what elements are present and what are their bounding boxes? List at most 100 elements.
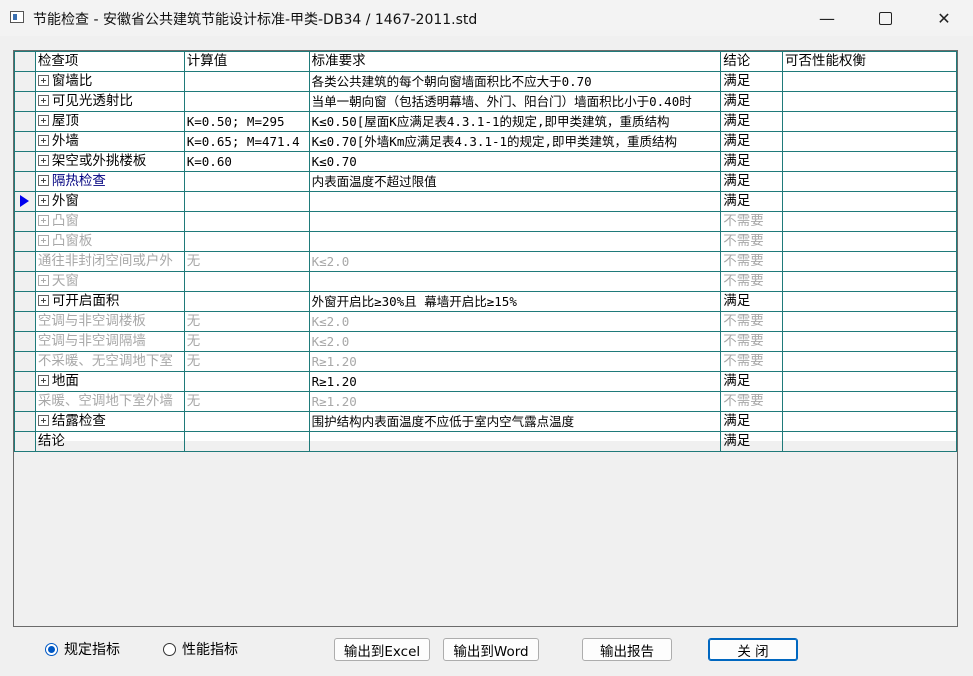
value-cell[interactable]: 无: [183, 391, 310, 412]
table-row[interactable]: 空调与非空调隔墙 无 K≤2.0 不需要: [14, 331, 957, 352]
value-cell[interactable]: K=0.60: [183, 151, 310, 172]
item-cell[interactable]: 窗墙比: [34, 71, 185, 92]
row-header[interactable]: [14, 351, 36, 372]
value-cell[interactable]: [183, 411, 310, 432]
tradeoff-cell[interactable]: [782, 271, 957, 292]
tradeoff-cell[interactable]: [782, 391, 957, 412]
value-cell[interactable]: [183, 271, 310, 292]
tradeoff-cell[interactable]: [782, 71, 957, 92]
expand-icon[interactable]: [37, 275, 49, 286]
value-cell[interactable]: K=0.50; M=295: [183, 111, 310, 132]
value-cell[interactable]: [183, 291, 310, 312]
requirement-cell[interactable]: [308, 191, 722, 212]
tradeoff-cell[interactable]: [782, 431, 957, 452]
table-row[interactable]: 可开启面积 外窗开启比≥30%且 幕墙开启比≥15% 满足: [14, 291, 957, 312]
column-header-tradeoff[interactable]: 可否性能权衡: [782, 51, 957, 72]
result-cell[interactable]: 满足: [720, 191, 784, 212]
item-cell[interactable]: 不采暖、无空调地下室: [34, 351, 185, 372]
row-header[interactable]: [14, 331, 36, 352]
tradeoff-cell[interactable]: [782, 411, 957, 432]
value-cell[interactable]: [183, 371, 310, 392]
item-cell[interactable]: 可开启面积: [34, 291, 185, 312]
check-grid[interactable]: 检查项 计算值 标准要求 结论 可否性能权衡 窗墙比 各类公共建筑的每个朝向窗墙…: [13, 50, 958, 627]
value-cell[interactable]: 无: [183, 311, 310, 332]
expand-icon[interactable]: [37, 415, 49, 426]
export-report-button[interactable]: 输出报告: [582, 638, 672, 661]
item-cell[interactable]: 屋顶: [34, 111, 185, 132]
result-cell[interactable]: 不需要: [720, 231, 784, 252]
item-cell[interactable]: 结露检查: [34, 411, 185, 432]
table-row[interactable]: 不采暖、无空调地下室 无 R≥1.20 不需要: [14, 351, 957, 372]
requirement-cell[interactable]: K≤0.50[屋面K应满足表4.3.1-1的规定,即甲类建筑，重质结构: [308, 111, 722, 132]
value-cell[interactable]: [183, 91, 310, 112]
result-cell[interactable]: 不需要: [720, 311, 784, 332]
row-header[interactable]: [14, 131, 36, 152]
tradeoff-cell[interactable]: [782, 211, 957, 232]
tradeoff-cell[interactable]: [782, 331, 957, 352]
table-row[interactable]: 采暖、空调地下室外墙 无 R≥1.20 不需要: [14, 391, 957, 412]
item-cell[interactable]: 外墙: [34, 131, 185, 152]
item-cell[interactable]: 天窗: [34, 271, 185, 292]
requirement-cell[interactable]: K≤2.0: [308, 311, 722, 332]
row-header[interactable]: [14, 431, 36, 452]
table-row[interactable]: 凸窗 不需要: [14, 211, 957, 232]
expand-icon[interactable]: [37, 135, 49, 146]
row-header[interactable]: [14, 371, 36, 392]
tradeoff-cell[interactable]: [782, 171, 957, 192]
result-cell[interactable]: 满足: [720, 91, 784, 112]
table-row[interactable]: 天窗 不需要: [14, 271, 957, 292]
requirement-cell[interactable]: K≤0.70[外墙Km应满足表4.3.1-1的规定,即甲类建筑，重质结构: [308, 131, 722, 152]
tradeoff-cell[interactable]: [782, 291, 957, 312]
result-cell[interactable]: 不需要: [720, 251, 784, 272]
table-row[interactable]: 屋顶 K=0.50; M=295 K≤0.50[屋面K应满足表4.3.1-1的规…: [14, 111, 957, 132]
column-header-value[interactable]: 计算值: [183, 51, 310, 72]
result-cell[interactable]: 不需要: [720, 271, 784, 292]
requirement-cell[interactable]: R≥1.20: [308, 351, 722, 372]
close-window-button[interactable]: ✕: [915, 0, 973, 36]
table-row[interactable]: 架空或外挑楼板 K=0.60 K≤0.70 满足: [14, 151, 957, 172]
expand-icon[interactable]: [37, 75, 49, 86]
requirement-cell[interactable]: 内表面温度不超过限值: [308, 171, 722, 192]
result-cell[interactable]: 不需要: [720, 351, 784, 372]
requirement-cell[interactable]: [308, 271, 722, 292]
table-row[interactable]: 空调与非空调楼板 无 K≤2.0 不需要: [14, 311, 957, 332]
requirement-cell[interactable]: [308, 431, 722, 452]
tradeoff-cell[interactable]: [782, 111, 957, 132]
table-row[interactable]: 地面 R≥1.20 满足: [14, 371, 957, 392]
tradeoff-cell[interactable]: [782, 231, 957, 252]
value-cell[interactable]: [183, 191, 310, 212]
expand-icon[interactable]: [37, 375, 49, 386]
column-header-result[interactable]: 结论: [720, 51, 784, 72]
close-button[interactable]: 关 闭: [708, 638, 798, 661]
row-header[interactable]: [14, 391, 36, 412]
value-cell[interactable]: [183, 71, 310, 92]
expand-icon[interactable]: [37, 235, 49, 246]
row-header[interactable]: [14, 111, 36, 132]
value-cell[interactable]: 无: [183, 251, 310, 272]
tradeoff-cell[interactable]: [782, 251, 957, 272]
table-row[interactable]: 凸窗板 不需要: [14, 231, 957, 252]
item-cell[interactable]: 凸窗板: [34, 231, 185, 252]
result-cell[interactable]: 满足: [720, 151, 784, 172]
table-row[interactable]: 通往非封闭空间或户外 无 K≤2.0 不需要: [14, 251, 957, 272]
requirement-cell[interactable]: 当单一朝向窗（包括透明幕墙、外门、阳台门）墙面积比小于0.40时: [308, 91, 722, 112]
value-cell[interactable]: 无: [183, 351, 310, 372]
tradeoff-cell[interactable]: [782, 131, 957, 152]
item-cell[interactable]: 架空或外挑楼板: [34, 151, 185, 172]
export-excel-button[interactable]: 输出到Excel: [334, 638, 430, 661]
tradeoff-cell[interactable]: [782, 351, 957, 372]
expand-icon[interactable]: [37, 295, 49, 306]
table-row-current[interactable]: 外窗 满足: [14, 191, 957, 212]
table-row[interactable]: 结露检查 围护结构内表面温度不应低于室内空气露点温度 满足: [14, 411, 957, 432]
result-cell[interactable]: 不需要: [720, 331, 784, 352]
requirement-cell[interactable]: K≤0.70: [308, 151, 722, 172]
tradeoff-cell[interactable]: [782, 191, 957, 212]
item-cell[interactable]: 隔热检查: [34, 171, 185, 192]
item-cell[interactable]: 地面: [34, 371, 185, 392]
result-cell[interactable]: 满足: [720, 411, 784, 432]
row-header[interactable]: [14, 311, 36, 332]
value-cell[interactable]: 无: [183, 331, 310, 352]
row-header[interactable]: [14, 171, 36, 192]
requirement-cell[interactable]: 外窗开启比≥30%且 幕墙开启比≥15%: [308, 291, 722, 312]
requirement-cell[interactable]: R≥1.20: [308, 391, 722, 412]
